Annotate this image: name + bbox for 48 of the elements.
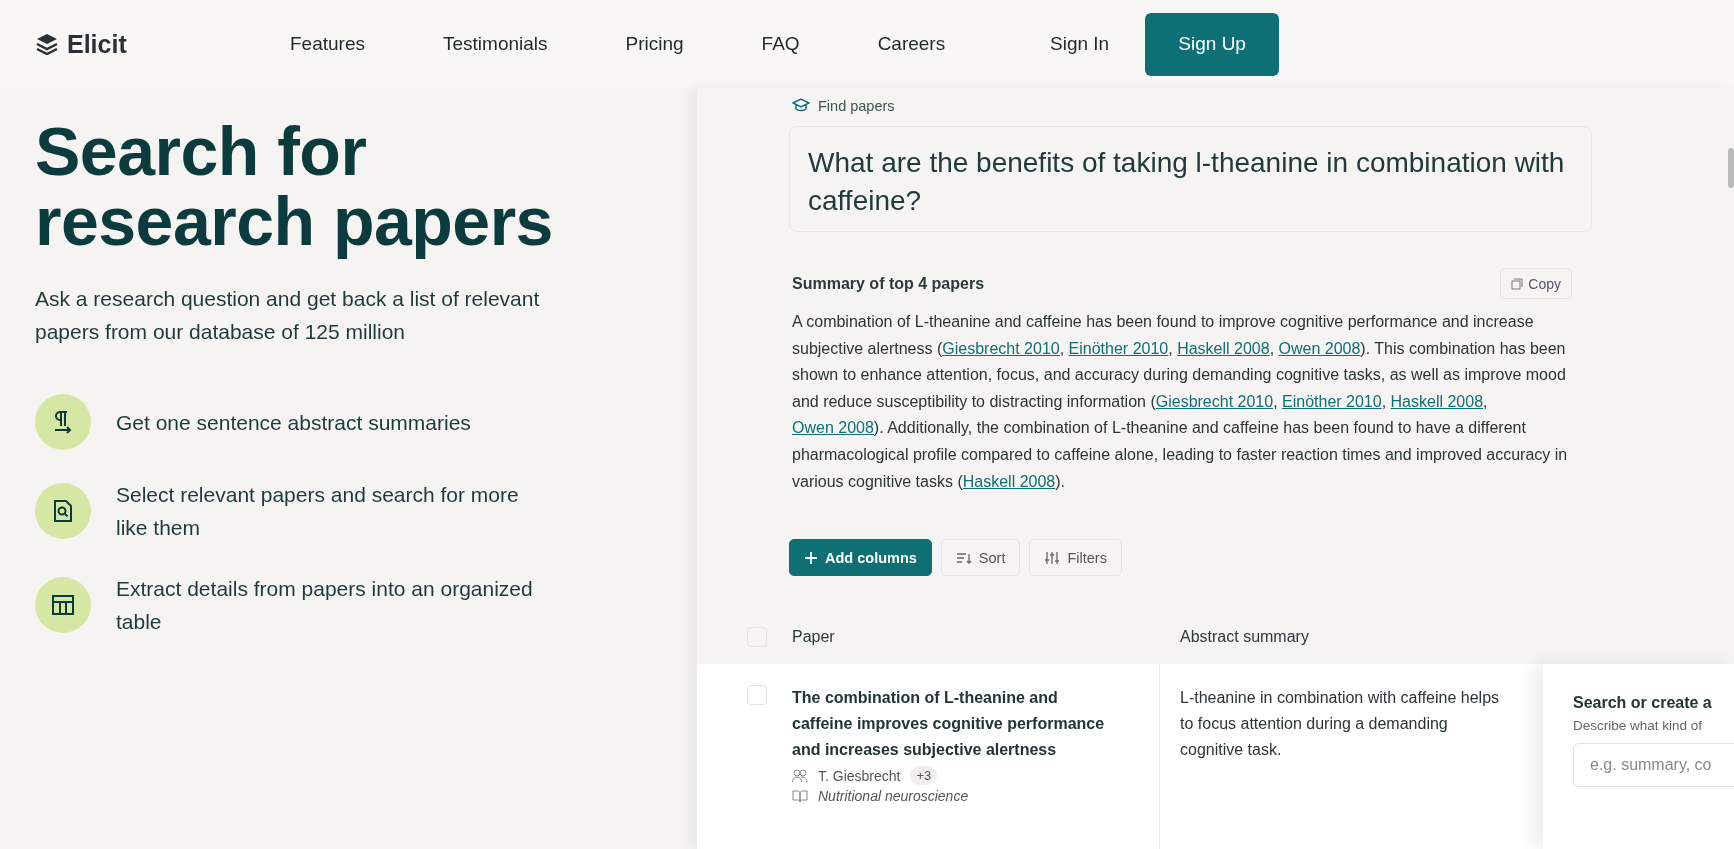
question-box[interactable]: What are the benefits of taking l-theanine in combination with caffeine? [789,126,1592,232]
paper-title[interactable]: The combination of L-theanine and caffeine improves cognitive performance and increases subjective alertness [792,685,1122,764]
plus-icon [804,550,818,565]
panel-title: Search or create a [1573,694,1713,713]
citation-link[interactable]: Einöther 2010 [1068,339,1169,357]
copy-button[interactable]: Copy [1500,268,1572,299]
citation-link[interactable]: Einöther 2010 [1282,392,1382,410]
add-columns-button[interactable]: Add columns [789,539,932,577]
column-search-field[interactable]: e.g. summary, co [1573,743,1734,788]
more-authors-count: +3 [910,766,938,786]
table-icon [51,594,75,616]
sign-up-button[interactable]: Sign Up [1145,12,1280,76]
people-icon [792,768,808,783]
sliders-icon [1044,550,1061,565]
column-header: Paper [792,628,836,647]
copy-icon [1511,277,1524,290]
nav-link[interactable]: Careers [877,33,946,55]
filters-button[interactable]: Filters [1029,539,1122,577]
pilcrow-icon [52,410,74,434]
hero-subtitle: Ask a research question and get back a list of relevant papers from our database of 125 million [35,286,541,345]
sign-in-link[interactable]: Sign In [1050,33,1110,55]
logo-icon [35,33,59,55]
nav-link[interactable]: Testimonials [443,33,548,55]
journal-name: Nutritional neuroscience [818,788,969,805]
panel-hint: Describe what kind of [1573,718,1704,734]
feature-text: Get one sentence abstract summaries [116,409,472,436]
sort-icon [955,550,972,565]
nav-link[interactable]: Features [290,33,365,55]
nav-link[interactable]: FAQ [761,33,800,55]
book-icon [792,789,808,804]
scrollbar[interactable] [1728,148,1734,188]
citation-link[interactable]: Haskell 2008 [1177,339,1270,357]
summary-paragraph: A combination of L-theanine and caffeine has been found to improve cognitive performance and increase subjective alertness (Giesbrecht 2010, Einöther 2010, Haskell 2008, Owen 2008). This combination has been shown to enhance attention, focus, and accuracy during demanding cognitive tasks, as well as improve mood and reduce susceptibility to distracting information (Giesbrecht 2010, Einöther 2010, Haskell 2008, Owen 2008). Additionally, the combination of L-theanine and caffeine has been found to have a different pharmacological profile compared to caffeine alone, leading to faster reaction times and improved accuracy in various cognitive tasks (Haskell 2008). [792,312,1569,492]
mode-label: Find papers [818,98,895,114]
citation-link[interactable]: Owen 2008 [792,419,874,437]
summary-title: Summary of top 4 papers [792,274,985,293]
sort-button[interactable]: Sort [940,539,1021,577]
abstract-summary-text: L-theanine in combination with caffeine helps to focus attention during a demanding cognitive task. [1180,688,1500,761]
column-header: Abstract summary [1180,628,1310,647]
document-search-icon [53,499,73,523]
nav-link[interactable]: Pricing [625,33,684,55]
row-checkbox[interactable] [747,685,767,706]
author-name: T. Giesbrecht [818,767,901,784]
citation-link[interactable]: Giesbrecht 2010 [942,339,1060,357]
feature-text: Extract details from papers into an organized table [116,576,534,635]
graduation-cap-icon [792,98,810,114]
logo-text: Elicit [67,29,127,59]
feature-text: Select relevant papers and search for more like them [116,482,520,541]
